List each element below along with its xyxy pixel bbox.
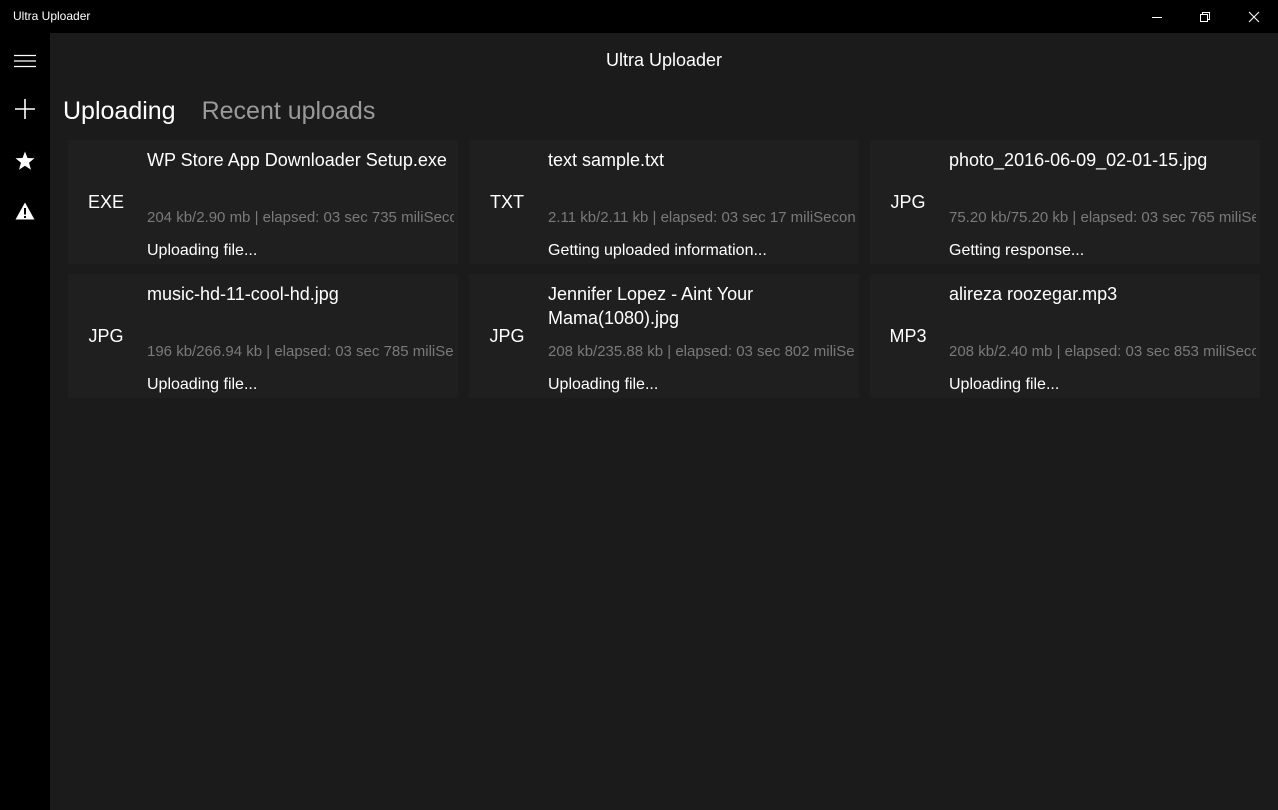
hamburger-menu-icon	[14, 54, 36, 68]
file-type-label: JPG	[489, 325, 525, 346]
navigation-rail	[0, 33, 50, 810]
file-name: alireza roozegar.mp3	[949, 284, 1118, 304]
close-button[interactable]	[1231, 0, 1277, 33]
restore-button[interactable]	[1182, 0, 1228, 33]
upload-card[interactable]: JPG Jennifer Lopez - Aint Your Mama(1080…	[469, 274, 859, 398]
plus-icon	[15, 99, 35, 119]
hamburger-menu-button[interactable]	[0, 37, 50, 85]
favorites-button[interactable]	[0, 137, 50, 185]
file-name: photo_2016-06-09_02-01-15.jpg	[949, 150, 1208, 170]
tab-uploading[interactable]: Uploading	[63, 94, 176, 130]
file-name: Jennifer Lopez - Aint Your Mama(1080).jp…	[548, 284, 754, 328]
minimize-button[interactable]	[1134, 0, 1180, 33]
file-name: text sample.txt	[548, 150, 665, 170]
file-name: music-hd-11-cool-hd.jpg	[147, 284, 339, 304]
file-type-label: TXT	[490, 191, 524, 212]
title-bar[interactable]: Ultra Uploader	[0, 0, 1278, 33]
minimize-icon	[1152, 16, 1162, 18]
page-header: Ultra Uploader	[50, 33, 1278, 89]
add-upload-button[interactable]	[0, 85, 50, 133]
close-icon	[1248, 11, 1260, 22]
upload-card[interactable]: JPG photo_2016-06-09_02-01-15.jpg 75.20 …	[870, 140, 1260, 264]
upload-status: Uploading file...	[949, 376, 1060, 393]
warning-icon	[15, 202, 35, 220]
upload-card[interactable]: MP3 alireza roozegar.mp3 208 kb/2.40 mb …	[870, 274, 1260, 398]
upload-status: Uploading file...	[147, 242, 258, 259]
upload-grid: EXE WP Store App Downloader Setup.exe 20…	[68, 140, 1260, 398]
upload-status: Getting uploaded information...	[548, 242, 767, 259]
upload-progress-text: 208 kb/235.88 kb | elapsed: 03 sec 802 m…	[548, 343, 855, 360]
file-type-label: MP3	[889, 325, 927, 346]
upload-progress-text: 208 kb/2.40 mb | elapsed: 03 sec 853 mil…	[949, 343, 1256, 360]
star-icon	[15, 151, 35, 170]
upload-progress-text: 196 kb/266.94 kb | elapsed: 03 sec 785 m…	[147, 343, 454, 360]
upload-progress-text: 75.20 kb/75.20 kb | elapsed: 03 sec 765 …	[949, 209, 1256, 226]
upload-card[interactable]: TXT text sample.txt 2.11 kb/2.11 kb | el…	[469, 140, 859, 264]
tab-strip: Uploading Recent uploads	[63, 94, 375, 130]
upload-status: Uploading file...	[147, 376, 258, 393]
upload-status: Uploading file...	[548, 376, 659, 393]
upload-status: Getting response...	[949, 242, 1085, 259]
page-title: Ultra Uploader	[605, 50, 723, 70]
file-name: WP Store App Downloader Setup.exe	[147, 150, 447, 170]
tab-recent-uploads[interactable]: Recent uploads	[202, 94, 376, 130]
window-title: Ultra Uploader	[13, 9, 91, 23]
file-type-label: JPG	[890, 191, 926, 212]
file-type-label: JPG	[88, 325, 124, 346]
warnings-button[interactable]	[0, 187, 50, 235]
app-window: Ultra Uploader Ultra Uploader Uploading …	[0, 0, 1278, 810]
restore-icon	[1200, 11, 1210, 22]
upload-progress-text: 2.11 kb/2.11 kb | elapsed: 03 sec 17 mil…	[548, 209, 855, 226]
upload-card[interactable]: EXE WP Store App Downloader Setup.exe 20…	[68, 140, 458, 264]
file-type-label: EXE	[87, 191, 125, 212]
upload-card[interactable]: JPG music-hd-11-cool-hd.jpg 196 kb/266.9…	[68, 274, 458, 398]
upload-progress-text: 204 kb/2.90 mb | elapsed: 03 sec 735 mil…	[147, 209, 454, 226]
